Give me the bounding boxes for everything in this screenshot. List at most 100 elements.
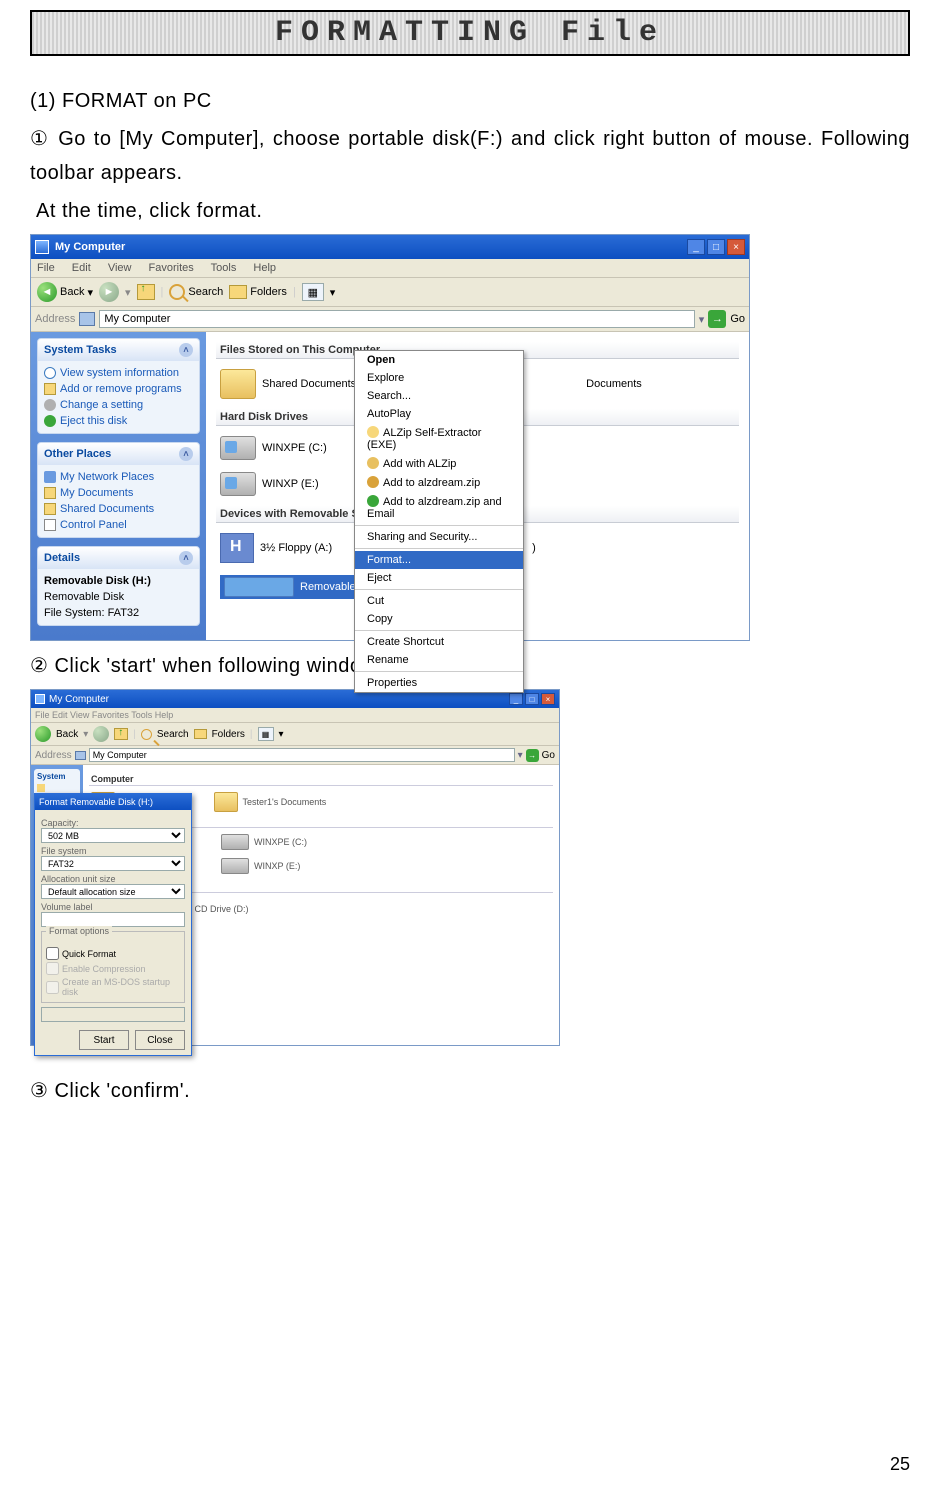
task-link[interactable]: Eject this disk [44,413,193,429]
menubar[interactable]: File Edit View Favorites Tools Help [31,708,559,723]
ctx-explore[interactable]: Explore [355,369,523,387]
folder-icon [194,729,207,739]
ctx-alzip-add[interactable]: Add with ALZip [355,454,523,473]
folders-button[interactable]: Folders [229,285,287,299]
page-title: FORMATTING File [30,10,910,56]
go-button[interactable]: → [708,310,726,328]
place-link[interactable]: My Documents [44,485,193,501]
ctx-alzip-email[interactable]: Add to alzdream.zip and Email [355,492,523,523]
dropdown-icon[interactable]: ▾ [87,286,93,299]
ctx-open[interactable]: Open [355,351,523,369]
dropdown-icon[interactable]: ▾ [518,750,523,761]
forward-button[interactable] [93,726,109,742]
progress-bar [41,1007,185,1022]
up-button[interactable] [137,284,155,300]
maximize-button[interactable]: □ [707,239,725,255]
place-link[interactable]: My Network Places [44,469,193,485]
quick-format-checkbox[interactable]: Quick Format [46,946,180,961]
menu-tools[interactable]: Tools [211,262,237,274]
start-button[interactable]: Start [79,1030,129,1050]
address-input[interactable] [99,310,694,328]
menu-edit[interactable]: Edit [72,262,91,274]
ctx-sharing[interactable]: Sharing and Security... [355,528,523,546]
control-panel-icon [44,519,56,531]
task-link[interactable]: Change a setting [44,397,193,413]
maximize-button[interactable]: □ [525,693,539,705]
item-drive-e[interactable]: WINXP (E:) [219,854,553,878]
drive-icon [220,472,256,496]
dropdown-icon[interactable]: ▾ [330,286,336,299]
ctx-shortcut[interactable]: Create Shortcut [355,633,523,651]
close-button[interactable]: × [727,239,745,255]
ctx-autoplay[interactable]: AutoPlay [355,405,523,423]
dropdown-icon[interactable]: ▾ [699,313,705,326]
ctx-rename[interactable]: Rename [355,651,523,669]
panel-header[interactable]: Other Places˄ [38,443,199,465]
panel-header[interactable]: System Tasks ˄ [38,339,199,361]
chevron-icon[interactable]: ˄ [179,551,193,565]
minimize-button[interactable]: _ [687,239,705,255]
address-bar: Address ▾ → Go [31,307,749,332]
address-input[interactable] [89,748,515,762]
allocation-select[interactable]: Default allocation size [41,884,185,899]
close-button[interactable]: × [541,693,555,705]
menu-view[interactable]: View [108,262,132,274]
chk-label: Enable Compression [62,964,146,974]
ctx-properties[interactable]: Properties [355,674,523,692]
views-button[interactable]: ▦ [302,283,324,301]
ctx-copy[interactable]: Copy [355,610,523,628]
address-label: Address [35,750,72,761]
ctx-cut[interactable]: Cut [355,592,523,610]
go-button[interactable]: → [526,749,539,762]
ctx-eject[interactable]: Eject [355,569,523,587]
volume-label-input[interactable] [41,912,185,927]
menubar[interactable]: File Edit View Favorites Tools Help [31,259,749,278]
back-button[interactable] [35,726,51,742]
doc-body: (1) FORMAT on PC ① Go to [My Computer], … [30,84,910,228]
menu-favorites[interactable]: Favorites [149,262,194,274]
ctx-alzip-exe[interactable]: ALZip Self-Extractor (EXE) [355,423,523,454]
link-label: My Documents [60,487,133,499]
link-label: View system information [60,367,179,379]
item-shared-docs[interactable]: Shared Documents [220,369,356,399]
forward-button[interactable]: ► [99,282,119,302]
link-label: Change a setting [60,399,143,411]
views-button[interactable]: ▦ [258,727,274,741]
chevron-icon[interactable]: ˄ [179,447,193,461]
item-drive-e[interactable]: WINXP (E:) [220,472,319,496]
minimize-button[interactable]: _ [509,693,523,705]
place-link[interactable]: Shared Documents [44,501,193,517]
task-link[interactable]: Add or remove programs [44,381,193,397]
panel-title: System Tasks [44,344,117,356]
search-label[interactable]: Search [157,729,189,740]
menu-file[interactable]: File [37,262,55,274]
task-link[interactable]: View system information [44,365,193,381]
ctx-alzip-zip[interactable]: Add to alzdream.zip [355,473,523,492]
item-label: CD Drive (D:) [195,904,249,914]
panel-header[interactable]: Details˄ [38,547,199,569]
menu-help[interactable]: Help [253,262,276,274]
close-button[interactable]: Close [135,1030,185,1050]
ctx-search[interactable]: Search... [355,387,523,405]
capacity-select[interactable]: 502 MB [41,828,185,843]
item-user-docs[interactable]: Documents [586,378,642,390]
folders-label[interactable]: Folders [212,729,245,740]
item-drive-c[interactable]: WINXPE (C:) [219,830,553,854]
link-label: Shared Documents [60,503,154,515]
section-heading: (1) FORMAT on PC [30,84,910,118]
back-button[interactable]: ◄Back▾ [37,282,93,302]
dropdown-icon[interactable]: ▾ [125,286,131,299]
ctx-format[interactable]: Format... [355,551,523,569]
item-userdocs[interactable]: Tester1's Documents [212,788,329,816]
chevron-icon[interactable]: ˄ [179,343,193,357]
up-button[interactable] [114,728,128,740]
capacity-label: Capacity: [41,818,185,828]
item-drive-c[interactable]: WINXPE (C:) [220,436,327,460]
ctx-label: Add to alzdream.zip and Email [367,496,502,520]
search-button[interactable]: Search [169,284,223,300]
item-floppy[interactable]: 3½ Floppy (A:) [220,533,332,563]
filesystem-select[interactable]: FAT32 [41,856,185,871]
section-header: Computer [89,773,553,786]
place-link[interactable]: Control Panel [44,517,193,533]
item-label: Shared Documents [262,378,356,390]
